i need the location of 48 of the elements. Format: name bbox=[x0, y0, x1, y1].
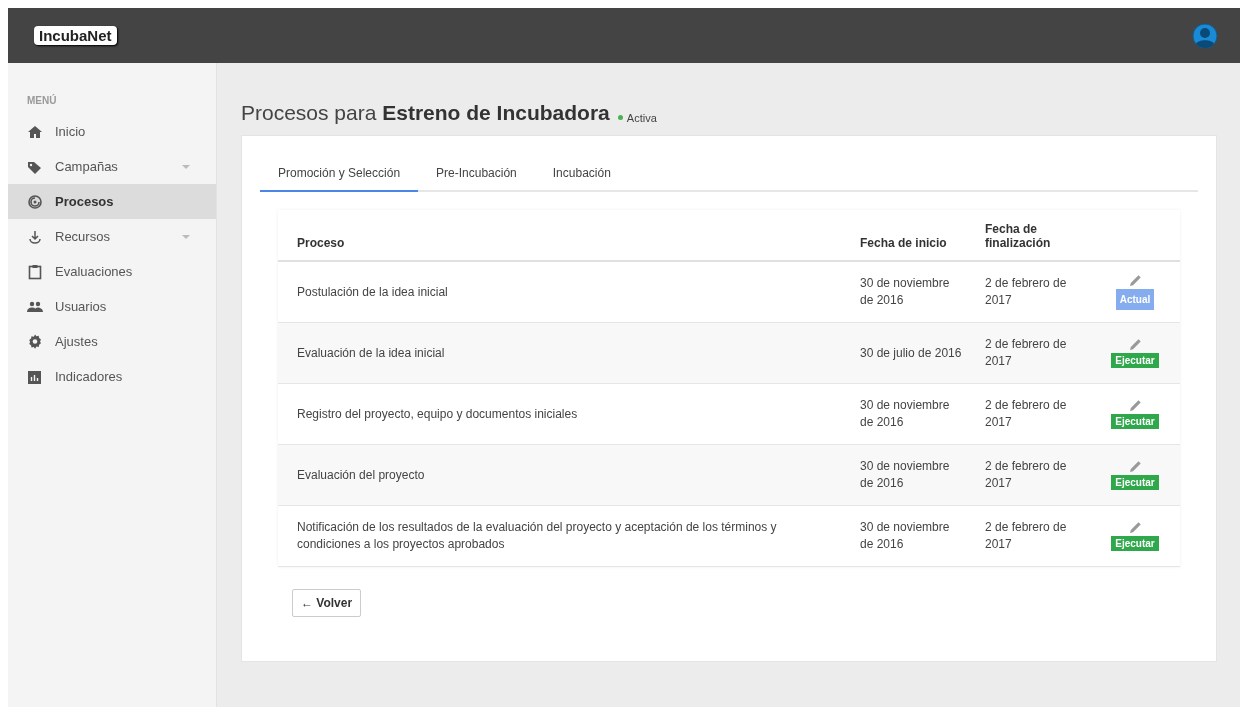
table-cell: 30 de noviembre de 2016 bbox=[850, 261, 975, 323]
clipboard-icon bbox=[27, 263, 43, 280]
sidebar-item[interactable]: Inicio bbox=[8, 114, 216, 149]
edit-icon[interactable] bbox=[1128, 399, 1142, 412]
page-title: Procesos para Estreno de Incubadora bbox=[241, 101, 610, 125]
table-cell: Registro del proyecto, equipo y documentos iniciales bbox=[278, 383, 850, 445]
table-cell: 2 de febrero de 2017 bbox=[975, 444, 1100, 506]
tab[interactable]: Promoción y Selección bbox=[260, 156, 419, 192]
column-header: Fecha de inicio bbox=[850, 210, 975, 261]
edit-icon[interactable] bbox=[1128, 460, 1142, 473]
menu-heading: MENÚ bbox=[26, 95, 58, 108]
user-avatar-icon[interactable] bbox=[1192, 22, 1218, 49]
tab[interactable]: Pre-Incubación bbox=[418, 156, 535, 192]
tab[interactable]: Incubación bbox=[534, 156, 629, 192]
download-icon bbox=[27, 228, 43, 245]
table-cell: Postulación de la idea inicial bbox=[278, 261, 850, 323]
bar-chart-icon bbox=[27, 368, 43, 385]
table-cell: Evaluación de la idea inicial bbox=[278, 322, 850, 384]
table-cell: 30 de noviembre de 2016 bbox=[850, 444, 975, 506]
table-cell: 2 de febrero de 2017 bbox=[975, 261, 1100, 323]
column-header: Fecha de finalización bbox=[975, 210, 1100, 261]
sidebar-item[interactable]: Evaluaciones bbox=[8, 254, 216, 289]
sidebar-item[interactable]: Campañas bbox=[8, 149, 216, 184]
column-header: Proceso bbox=[278, 210, 850, 261]
table-cell: 2 de febrero de 2017 bbox=[975, 383, 1100, 445]
sidebar-item[interactable]: Recursos bbox=[8, 219, 216, 254]
current-label: Actual bbox=[1115, 289, 1155, 310]
sidebar-item[interactable]: Indicadores bbox=[8, 359, 216, 394]
back-button[interactable]: ← Volver bbox=[292, 589, 362, 617]
home-icon bbox=[27, 123, 43, 140]
edit-icon[interactable] bbox=[1128, 338, 1142, 351]
sidebar-item[interactable]: Procesos bbox=[8, 184, 216, 219]
edit-icon[interactable] bbox=[1128, 521, 1142, 534]
sidebar-item[interactable]: Usuarios bbox=[8, 289, 216, 324]
status-dot bbox=[617, 115, 623, 120]
table-cell: 30 de noviembre de 2016 bbox=[850, 383, 975, 445]
status-label: Activa bbox=[626, 111, 657, 124]
settings-icon bbox=[27, 333, 43, 350]
table-cell: Notificación de los resultados de la evaluación del proyecto y aceptación de los términos y condiciones a los proyectos aprobados bbox=[278, 505, 850, 567]
table-cell: 2 de febrero de 2017 bbox=[975, 322, 1100, 384]
table-cell: 30 de noviembre de 2016 bbox=[850, 505, 975, 567]
app-logo[interactable]: IncubaNet bbox=[34, 26, 117, 45]
table-cell: 30 de julio de 2016 bbox=[850, 322, 975, 384]
edit-icon[interactable] bbox=[1128, 274, 1142, 287]
table-cell: 2 de febrero de 2017 bbox=[975, 505, 1100, 567]
spiral-icon bbox=[27, 193, 43, 210]
table-cell: Evaluación del proyecto bbox=[278, 444, 850, 506]
sidebar-item[interactable]: Ajustes bbox=[8, 324, 216, 359]
